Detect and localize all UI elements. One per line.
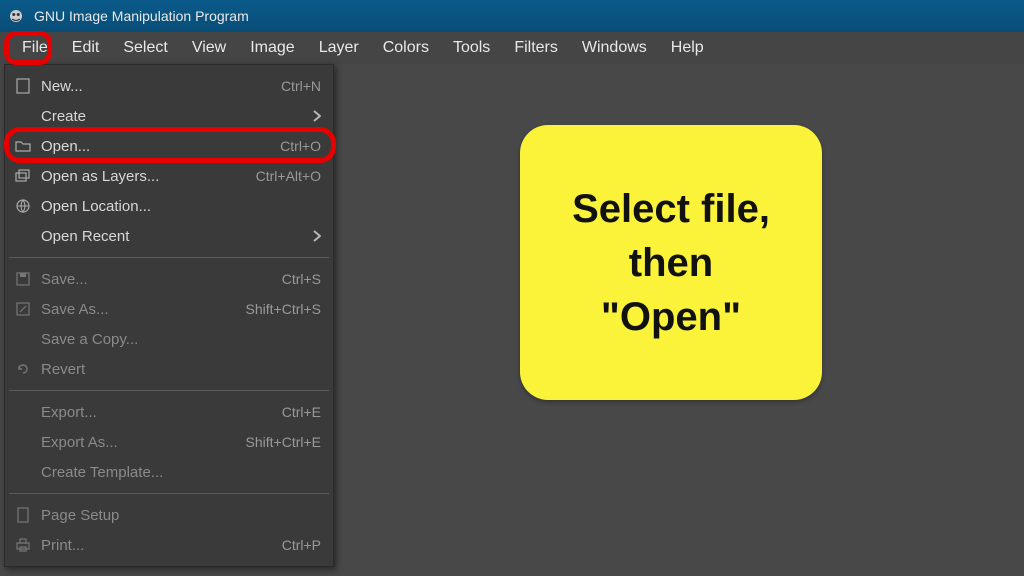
chevron-right-icon [313,230,321,242]
callout-line3: "Open" [572,290,770,344]
menu-image[interactable]: Image [238,35,306,61]
menu-edit[interactable]: Edit [60,35,112,61]
file-save-label: Save... [41,271,282,288]
file-create-template[interactable]: Create Template... [5,457,333,487]
file-save-as-shortcut: Shift+Ctrl+S [246,301,321,317]
file-revert[interactable]: Revert [5,354,333,384]
file-save-as[interactable]: Save As... Shift+Ctrl+S [5,294,333,324]
file-open-layers-label: Open as Layers... [41,168,256,185]
page-icon [13,507,33,523]
menu-file[interactable]: File [10,35,60,61]
file-open-label: Open... [41,138,280,155]
file-create-template-label: Create Template... [41,464,321,481]
callout-line2: then [572,236,770,290]
file-dropdown: New... Ctrl+N Create Open... Ctrl+O Open… [4,64,334,567]
file-save-copy[interactable]: Save a Copy... [5,324,333,354]
file-page-setup[interactable]: Page Setup [5,500,333,530]
menu-colors[interactable]: Colors [371,35,441,61]
folder-open-icon [13,139,33,153]
file-open-layers-shortcut: Ctrl+Alt+O [256,168,321,184]
file-open-location[interactable]: Open Location... [5,191,333,221]
file-new-label: New... [41,78,281,95]
file-print[interactable]: Print... Ctrl+P [5,530,333,560]
file-new-shortcut: Ctrl+N [281,78,321,94]
menu-windows[interactable]: Windows [570,35,659,61]
menu-filters[interactable]: Filters [502,35,570,61]
file-save[interactable]: Save... Ctrl+S [5,264,333,294]
revert-icon [13,362,33,376]
file-export-shortcut: Ctrl+E [282,404,321,420]
file-print-shortcut: Ctrl+P [282,537,321,553]
file-save-shortcut: Ctrl+S [282,271,321,287]
save-icon [13,272,33,286]
file-print-label: Print... [41,537,282,554]
menu-bar: File Edit Select View Image Layer Colors… [0,32,1024,64]
file-open-recent-label: Open Recent [41,228,313,245]
menu-help[interactable]: Help [659,35,716,61]
callout-line1: Select file, [572,182,770,236]
separator [9,390,329,391]
window-title: GNU Image Manipulation Program [34,8,249,24]
app-icon [6,6,26,26]
file-open[interactable]: Open... Ctrl+O [5,131,333,161]
file-save-as-label: Save As... [41,301,246,318]
chevron-right-icon [313,110,321,122]
separator [9,257,329,258]
file-revert-label: Revert [41,361,321,378]
file-export-as[interactable]: Export As... Shift+Ctrl+E [5,427,333,457]
globe-icon [13,198,33,214]
menu-layer[interactable]: Layer [307,35,371,61]
menu-tools[interactable]: Tools [441,35,502,61]
menu-view[interactable]: View [180,35,238,61]
file-page-setup-label: Page Setup [41,507,321,524]
file-export[interactable]: Export... Ctrl+E [5,397,333,427]
file-open-recent[interactable]: Open Recent [5,221,333,251]
print-icon [13,538,33,552]
file-export-label: Export... [41,404,282,421]
menu-select[interactable]: Select [111,35,179,61]
file-export-as-shortcut: Shift+Ctrl+E [246,434,321,450]
title-bar: GNU Image Manipulation Program [0,0,1024,32]
save-as-icon [13,302,33,316]
file-create-label: Create [41,108,313,125]
layers-icon [13,169,33,183]
file-save-copy-label: Save a Copy... [41,331,321,348]
separator [9,493,329,494]
file-open-location-label: Open Location... [41,198,321,215]
annotation-callout: Select file, then "Open" [520,125,822,400]
file-open-shortcut: Ctrl+O [280,138,321,154]
file-open-layers[interactable]: Open as Layers... Ctrl+Alt+O [5,161,333,191]
document-icon [13,78,33,94]
file-new[interactable]: New... Ctrl+N [5,71,333,101]
file-create[interactable]: Create [5,101,333,131]
file-export-as-label: Export As... [41,434,246,451]
